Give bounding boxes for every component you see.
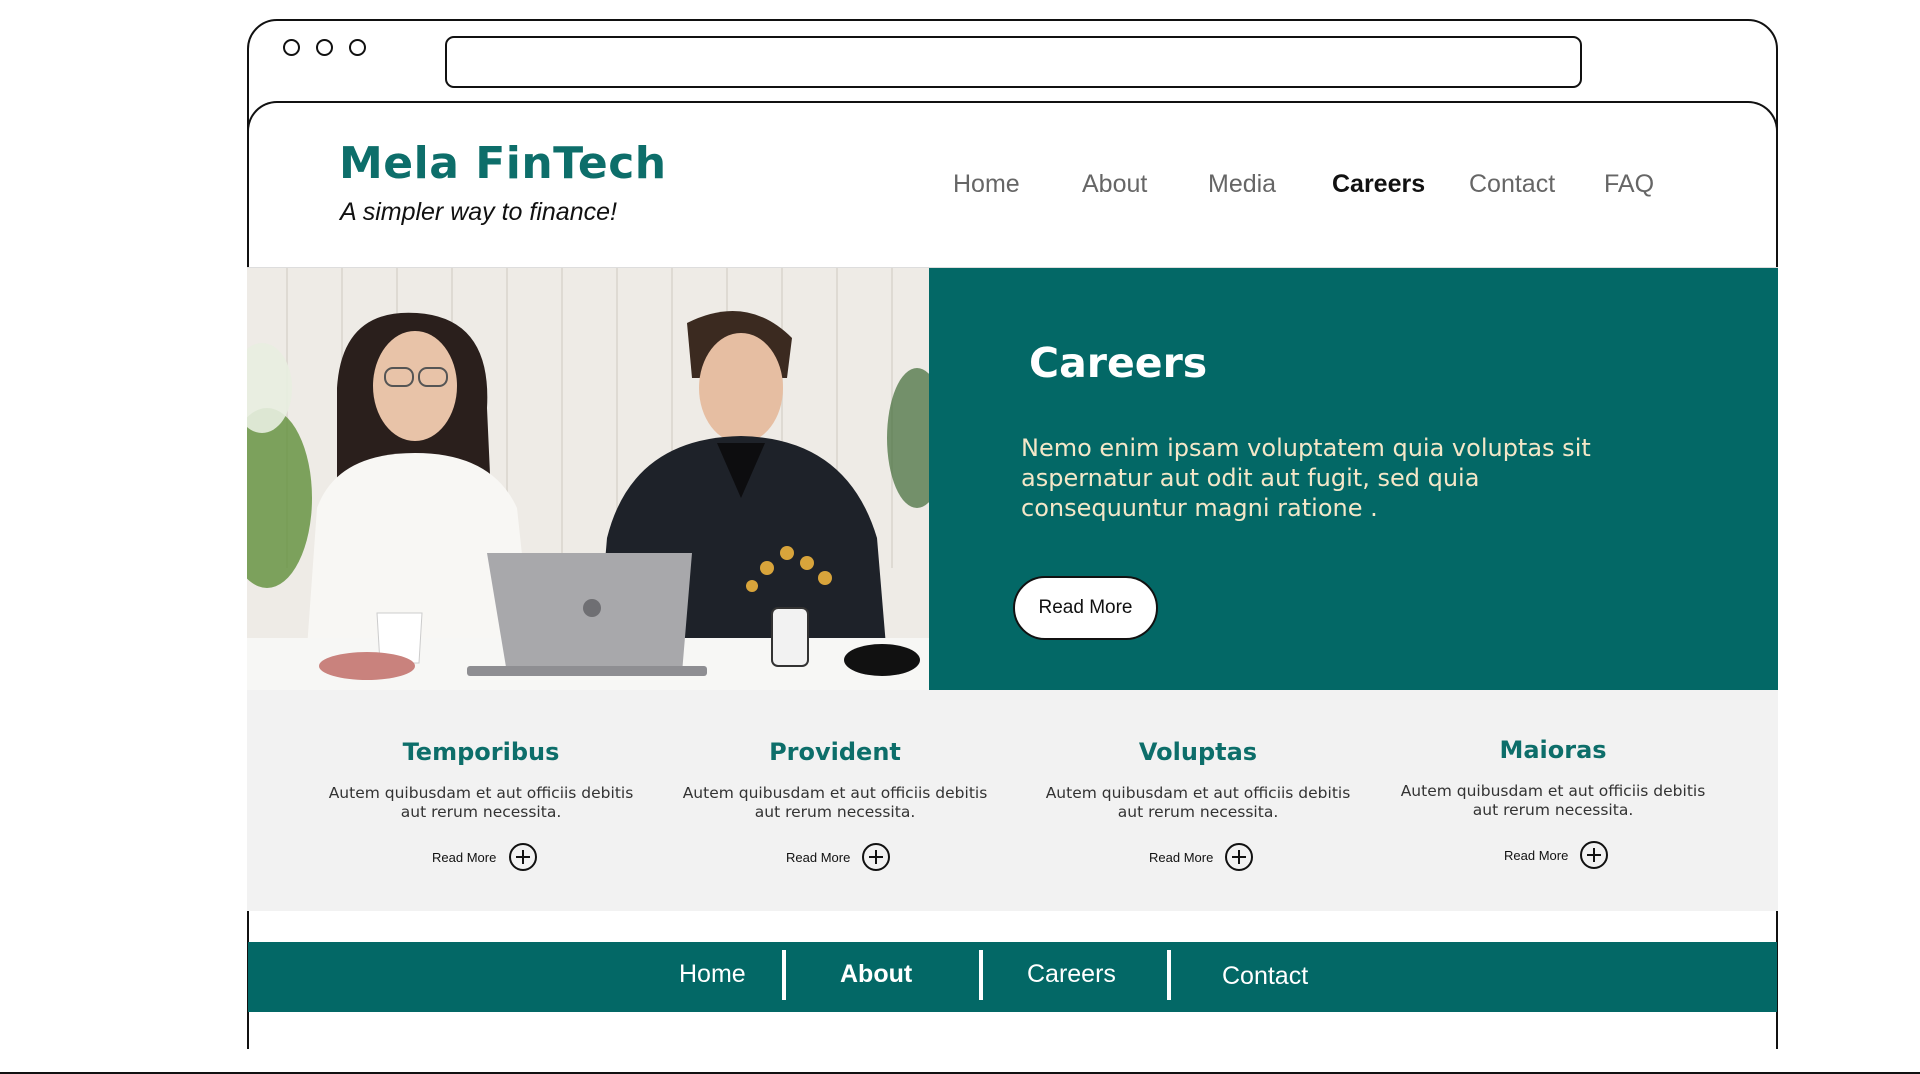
- footer-separator: [1167, 950, 1171, 1000]
- plus-circle-icon[interactable]: [1225, 843, 1253, 871]
- footer-careers[interactable]: Careers: [1027, 960, 1116, 989]
- brand-logo[interactable]: Mela FinTech: [339, 138, 667, 189]
- hero-title: Careers: [1029, 339, 1208, 387]
- feature-title: Temporibus: [402, 738, 560, 766]
- feature-title: Provident: [769, 738, 901, 766]
- nav-about[interactable]: About: [1082, 170, 1147, 199]
- nav-media[interactable]: Media: [1208, 170, 1276, 199]
- brand-tagline: A simpler way to finance!: [340, 198, 617, 226]
- window-control-close[interactable]: [283, 39, 300, 56]
- footer-home[interactable]: Home: [679, 960, 746, 989]
- feature-text: Autem quibusdam et aut officiis debitis …: [1045, 784, 1351, 821]
- footer-separator: [782, 950, 786, 1000]
- feature-read-more[interactable]: Read More: [1149, 850, 1213, 865]
- feature-text: Autem quibusdam et aut officiis debitis …: [682, 784, 988, 821]
- nav-careers[interactable]: Careers: [1332, 170, 1425, 199]
- plus-circle-icon[interactable]: [509, 843, 537, 871]
- footer-contact[interactable]: Contact: [1222, 962, 1308, 991]
- feature-read-more[interactable]: Read More: [786, 850, 850, 865]
- feature-title: Maioras: [1499, 736, 1607, 764]
- address-bar[interactable]: [445, 36, 1582, 88]
- nav-contact[interactable]: Contact: [1469, 170, 1555, 199]
- feature-text: Autem quibusdam et aut officiis debitis …: [1400, 782, 1706, 819]
- feature-title: Voluptas: [1138, 738, 1258, 766]
- hero-description: Nemo enim ipsam voluptatem quia voluptas…: [1021, 434, 1591, 522]
- hero-photo: [247, 268, 929, 690]
- feature-read-more[interactable]: Read More: [1504, 848, 1568, 863]
- footer-about[interactable]: About: [840, 960, 912, 989]
- plus-circle-icon[interactable]: [1580, 841, 1608, 869]
- footer-separator: [979, 950, 983, 1000]
- window-control-minimize[interactable]: [316, 39, 333, 56]
- nav-home[interactable]: Home: [953, 170, 1020, 199]
- footer-nav: [248, 942, 1777, 1012]
- feature-read-more[interactable]: Read More: [432, 850, 496, 865]
- window-control-maximize[interactable]: [349, 39, 366, 56]
- plus-circle-icon[interactable]: [862, 843, 890, 871]
- hero-read-more-button[interactable]: Read More: [1013, 576, 1158, 640]
- feature-text: Autem quibusdam et aut officiis debitis …: [328, 784, 634, 821]
- nav-faq[interactable]: FAQ: [1604, 170, 1654, 199]
